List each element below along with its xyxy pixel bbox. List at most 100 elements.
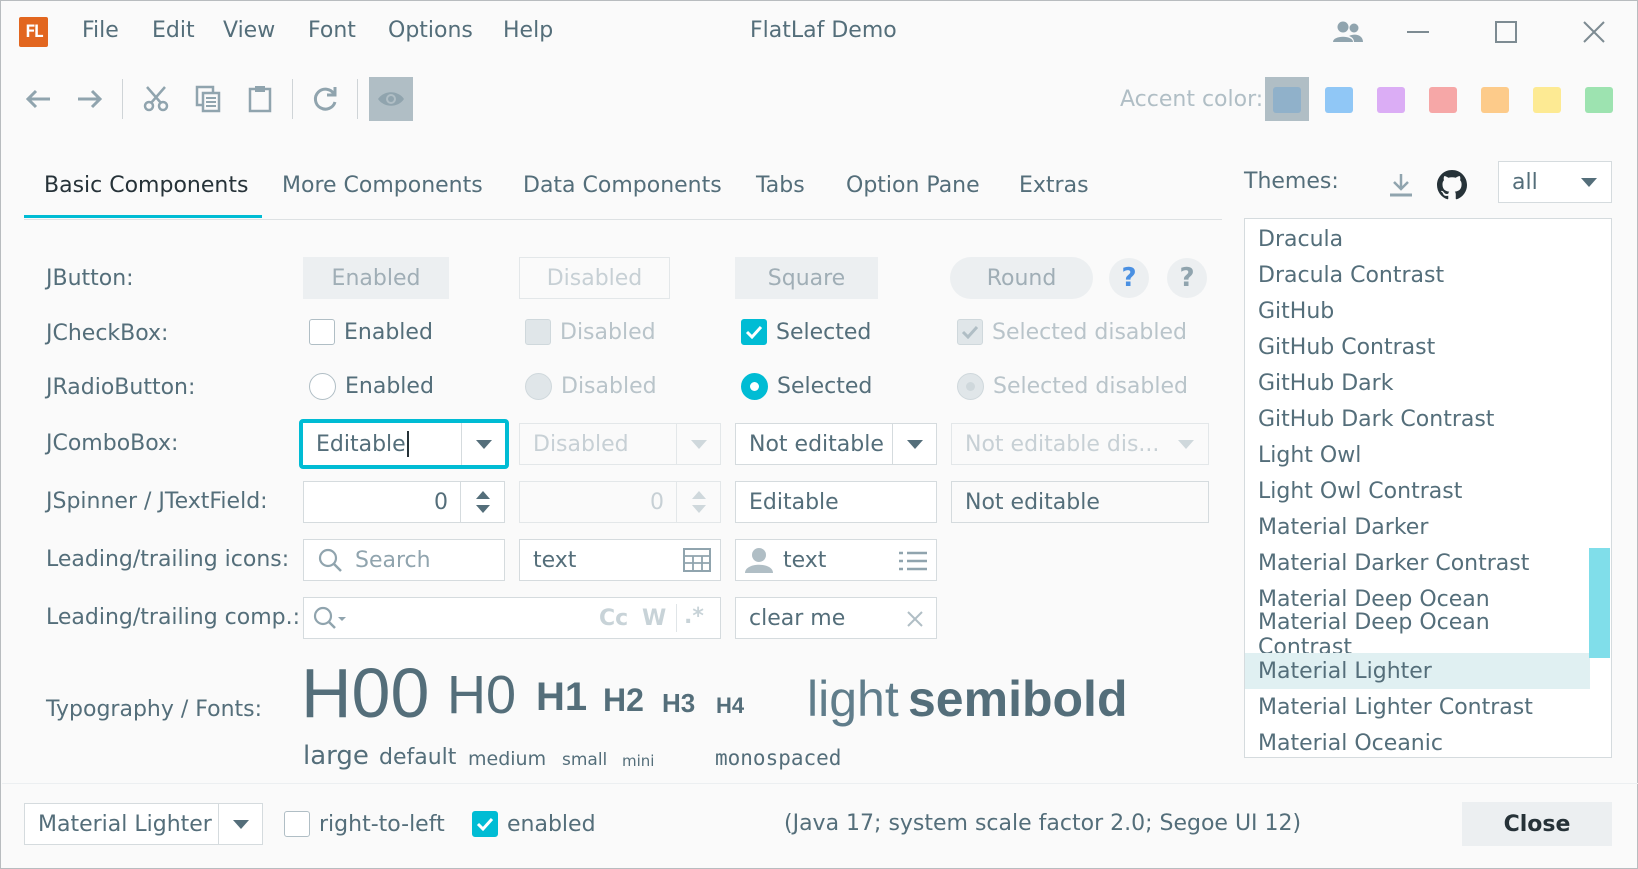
combobox-arrow-button xyxy=(676,424,720,464)
typo-semibold: semibold xyxy=(908,671,1128,727)
combobox-value[interactable]: Editable xyxy=(316,432,406,457)
copy-icon[interactable] xyxy=(186,77,230,121)
radio-circle-selected[interactable] xyxy=(741,373,768,400)
paste-icon[interactable] xyxy=(238,77,282,121)
enabled-checkbox[interactable]: enabled xyxy=(472,811,596,837)
textfield-value[interactable]: text xyxy=(533,548,576,573)
list-item[interactable]: GitHub Contrast xyxy=(1245,329,1590,365)
menu-font[interactable]: Font xyxy=(308,18,356,43)
list-item[interactable]: Material Darker Contrast xyxy=(1245,545,1590,581)
search-placeholder: Search xyxy=(355,547,431,573)
spinner-buttons[interactable] xyxy=(460,482,504,522)
tab-basic-components[interactable]: Basic Components xyxy=(44,173,248,198)
spinner-value[interactable]: 0 xyxy=(434,490,448,515)
spinner-disabled: 0 xyxy=(519,481,721,523)
list-item[interactable]: Material Darker xyxy=(1245,509,1590,545)
round-button[interactable]: Round xyxy=(950,257,1093,299)
combobox-arrow-button[interactable] xyxy=(461,423,505,465)
text-field-with-user-icon[interactable]: text xyxy=(735,539,937,581)
refresh-icon[interactable] xyxy=(303,77,347,121)
list-item-selected[interactable]: Material Lighter xyxy=(1245,653,1590,689)
forward-icon[interactable] xyxy=(68,77,112,121)
match-case-toggle[interactable]: Cc xyxy=(599,606,628,631)
text-field-with-table-icon[interactable]: text xyxy=(519,539,721,581)
list-item[interactable]: GitHub Dark Contrast xyxy=(1245,401,1590,437)
list-item[interactable]: Light Owl Contrast xyxy=(1245,473,1590,509)
editable-combobox[interactable]: Editable xyxy=(299,419,509,469)
typo-h4: H4 xyxy=(716,693,745,718)
combobox-arrow-button[interactable] xyxy=(218,804,262,844)
radio-selected[interactable]: Selected xyxy=(741,373,872,400)
minimize-button[interactable] xyxy=(1396,15,1440,49)
list-item[interactable]: GitHub xyxy=(1245,293,1590,329)
tab-option-pane[interactable]: Option Pane xyxy=(846,173,980,198)
square-button[interactable]: Square xyxy=(735,257,878,299)
tab-tabs[interactable]: Tabs xyxy=(756,173,805,198)
textfield-value[interactable]: Editable xyxy=(749,490,839,515)
themes-scrollbar-thumb[interactable] xyxy=(1589,548,1610,658)
textfield-value[interactable]: text xyxy=(783,548,826,573)
accent-swatch-yellow[interactable] xyxy=(1533,87,1561,113)
tab-extras[interactable]: Extras xyxy=(1019,173,1089,198)
tab-data-components[interactable]: Data Components xyxy=(523,173,722,198)
accent-swatch-red[interactable] xyxy=(1429,87,1457,113)
checkbox-enabled[interactable]: Enabled xyxy=(309,319,433,345)
list-item[interactable]: Material Oceanic xyxy=(1245,725,1590,757)
close-window-button[interactable] xyxy=(1572,15,1616,49)
checkbox-box-checked[interactable] xyxy=(472,811,498,837)
checkbox-selected-disabled-label: Selected disabled xyxy=(992,319,1187,345)
list-item[interactable]: Light Owl xyxy=(1245,437,1590,473)
checkbox-box[interactable] xyxy=(309,319,335,345)
not-editable-combobox[interactable]: Not editable xyxy=(735,423,937,465)
checkbox-box[interactable] xyxy=(284,811,310,837)
enabled-button[interactable]: Enabled xyxy=(303,257,449,299)
radio-circle[interactable] xyxy=(309,373,336,400)
back-icon[interactable] xyxy=(16,77,60,121)
regex-toggle[interactable]: .* xyxy=(684,604,704,629)
menu-file[interactable]: File xyxy=(82,18,119,43)
search-field[interactable]: Search xyxy=(303,539,505,581)
whole-word-toggle[interactable]: W xyxy=(642,606,666,631)
search-field-with-components[interactable]: Cc W .* xyxy=(303,597,721,639)
github-icon[interactable] xyxy=(1432,165,1472,205)
theme-filter-combobox[interactable]: all xyxy=(1498,161,1612,203)
combobox-arrow-button[interactable] xyxy=(1567,162,1611,202)
cut-icon[interactable] xyxy=(134,77,178,121)
checkbox-selected[interactable]: Selected xyxy=(741,319,871,345)
checkbox-box-checked[interactable] xyxy=(741,319,767,345)
menu-help[interactable]: Help xyxy=(503,18,553,43)
typo-h2: H2 xyxy=(603,682,644,718)
editable-textfield[interactable]: Editable xyxy=(735,481,937,523)
typo-default: default xyxy=(379,745,457,770)
eye-toggle-button[interactable] xyxy=(369,77,413,121)
accent-swatch-purple[interactable] xyxy=(1377,87,1405,113)
radio-enabled[interactable]: Enabled xyxy=(309,373,434,400)
combobox-arrow-button[interactable] xyxy=(892,424,936,464)
accent-swatch-green[interactable] xyxy=(1585,87,1613,113)
help-button[interactable]: ? xyxy=(1109,258,1149,298)
theme-combobox[interactable]: Material Lighter xyxy=(24,803,263,845)
menu-options[interactable]: Options xyxy=(388,18,473,43)
disabled-button: Disabled xyxy=(519,257,670,299)
textfield-value[interactable]: clear me xyxy=(749,606,845,631)
list-item[interactable]: Dracula Contrast xyxy=(1245,257,1590,293)
maximize-button[interactable] xyxy=(1484,15,1528,49)
clearable-field[interactable]: clear me xyxy=(735,597,937,639)
list-item[interactable]: Material Lighter Contrast xyxy=(1245,689,1590,725)
right-to-left-checkbox[interactable]: right-to-left xyxy=(284,811,445,837)
accent-swatch-orange[interactable] xyxy=(1481,87,1509,113)
list-item[interactable]: GitHub Dark xyxy=(1245,365,1590,401)
chevron-down-icon xyxy=(690,439,707,449)
spinner-enabled[interactable]: 0 xyxy=(303,481,505,523)
tab-more-components[interactable]: More Components xyxy=(282,173,483,198)
list-item[interactable]: Material Deep Ocean Contrast xyxy=(1245,610,1590,660)
accent-swatch-default[interactable] xyxy=(1273,87,1301,113)
menu-edit[interactable]: Edit xyxy=(152,18,195,43)
download-icon[interactable] xyxy=(1381,166,1421,204)
accent-swatch-blue[interactable] xyxy=(1325,87,1353,113)
list-item[interactable]: Dracula xyxy=(1245,221,1590,257)
themes-list[interactable]: Dracula Dracula Contrast GitHub GitHub C… xyxy=(1244,218,1612,758)
close-button[interactable]: Close xyxy=(1462,802,1612,846)
users-icon[interactable] xyxy=(1326,15,1370,49)
menu-view[interactable]: View xyxy=(223,18,275,43)
